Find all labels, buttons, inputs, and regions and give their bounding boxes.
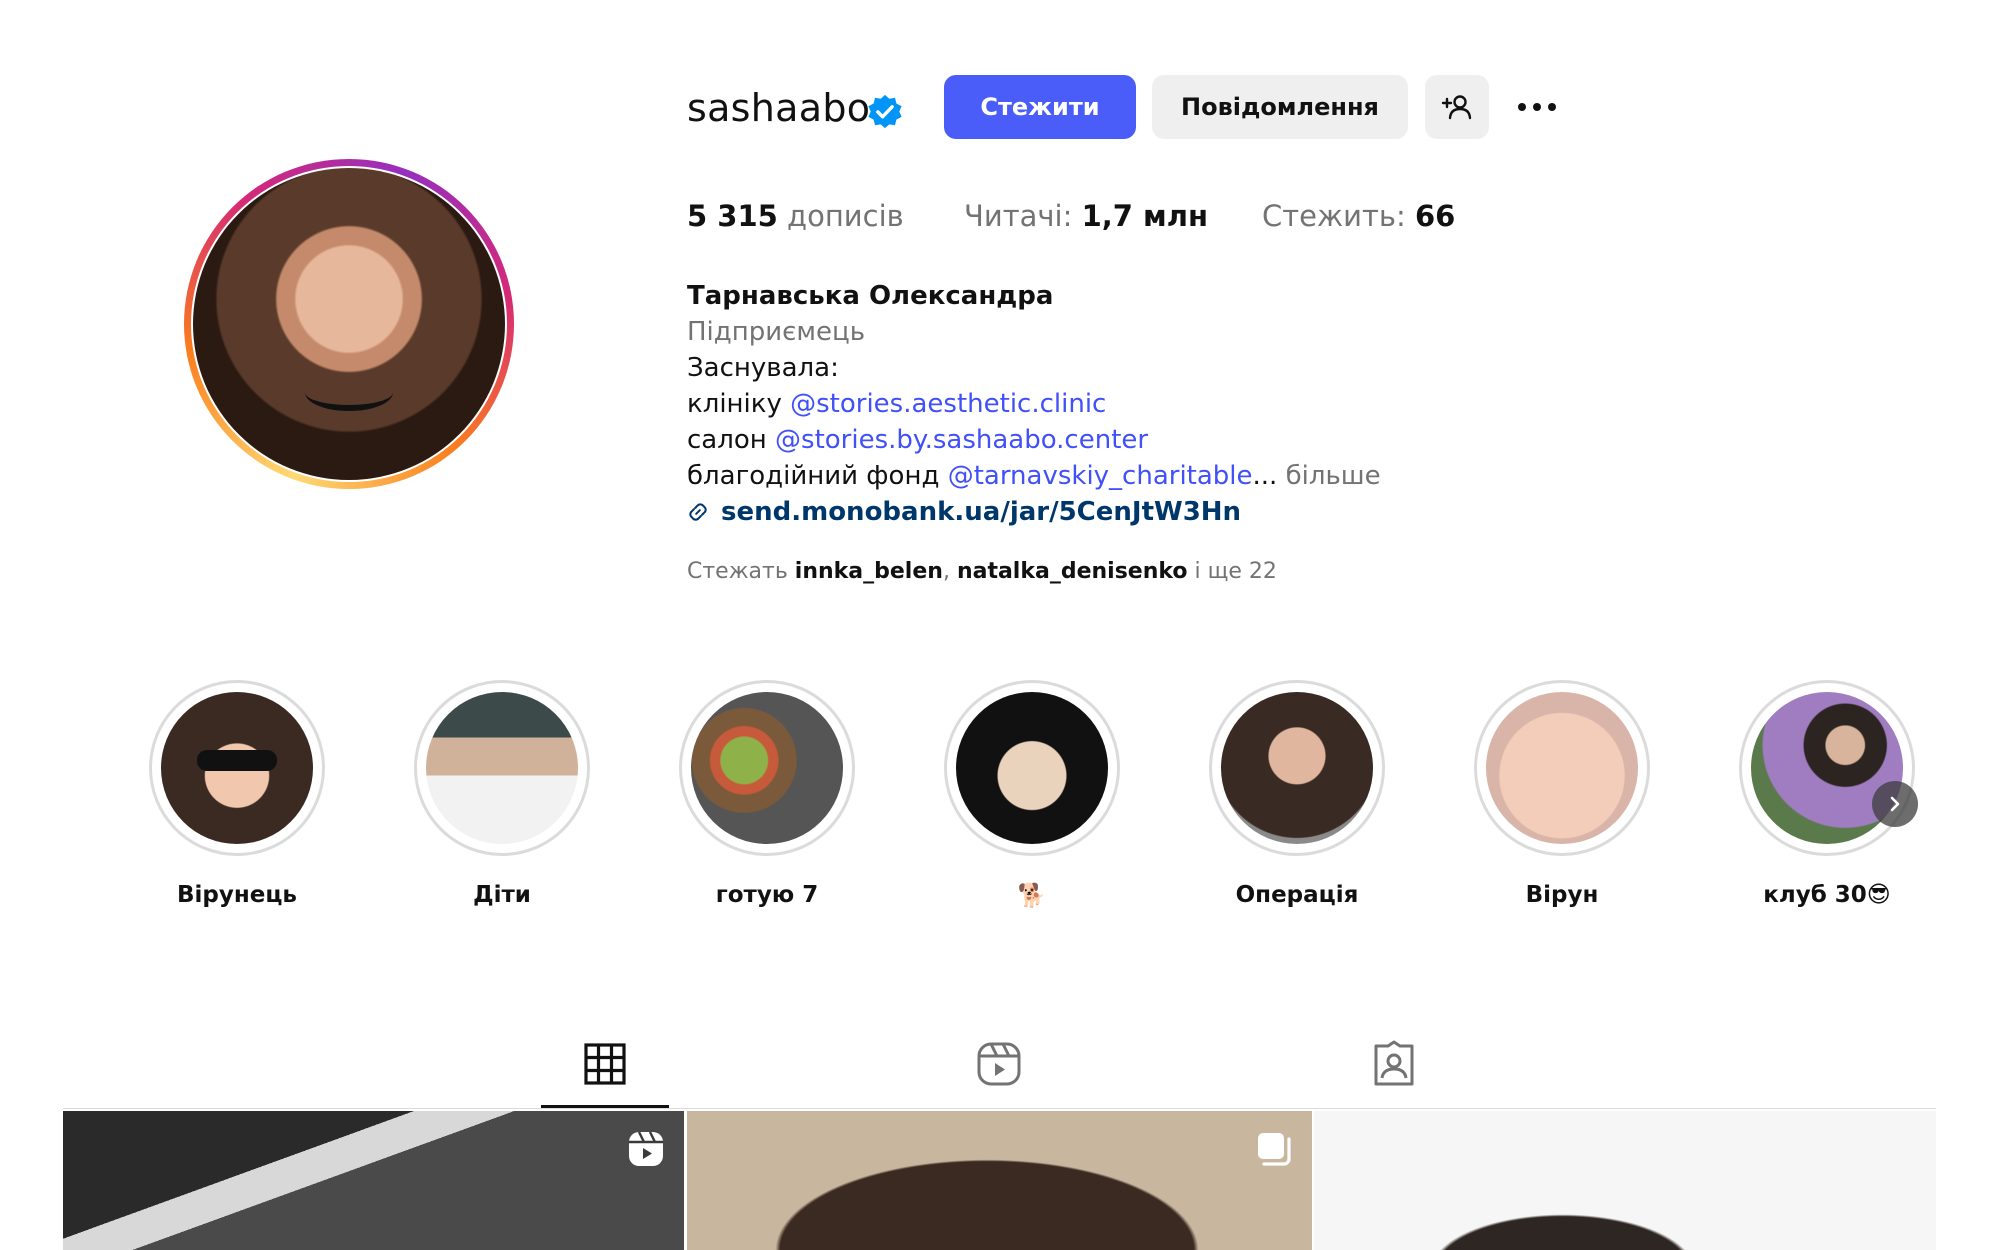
highlight-cover [956,692,1108,844]
highlight-item[interactable]: Діти [412,680,592,908]
posts-label: дописів [777,199,904,233]
profile-avatar[interactable] [184,159,514,489]
carousel-badge-icon [1258,1133,1291,1166]
suggested-users-button[interactable] [1425,75,1489,139]
category-label: Підприємець [687,317,866,347]
highlight-cover [1221,692,1373,844]
tabs-divider [63,1108,1936,1109]
highlight-ring [1739,680,1915,856]
highlight-cover [1486,692,1638,844]
bio-salon-prefix: салон [687,425,776,455]
follow-button[interactable]: Стежити [944,75,1136,139]
bio-external-link[interactable]: send.monobank.ua/jar/5CenJtW3Hn [687,494,1381,530]
more-options-icon[interactable] [1513,96,1561,118]
highlights-next-button[interactable] [1872,781,1918,827]
message-button[interactable]: Повідомлення [1152,75,1408,139]
grid-icon [584,1043,626,1085]
avatar-necklace [305,374,393,412]
active-tab-indicator [541,1105,669,1108]
highlight-ring [1209,680,1385,856]
posts-count: 5 315 дописів [687,199,904,233]
highlight-label: клуб 30😎 [1763,882,1891,908]
mention-link-salon[interactable]: @stories.by.sashaabo.center [775,425,1148,455]
highlight-label: готую 7 [715,882,819,908]
add-user-icon [1441,95,1472,120]
reels-icon [977,1042,1021,1086]
highlight-label: 🐕 [1017,883,1047,909]
tab-posts[interactable] [581,1040,629,1088]
bio-line-founded: Заснувала: [687,353,839,383]
highlight-ring [1474,680,1650,856]
bio-link-text[interactable]: send.monobank.ua/jar/5CenJtW3Hn [721,494,1241,530]
avatar-photo [193,168,505,480]
bio-more-button[interactable]: більше [1277,461,1381,491]
sunglasses-shape [197,749,277,772]
followed-by-user-2: natalka_denisenko [956,559,1188,584]
bio-ellipsis: ... [1252,461,1278,491]
highlight-ring [149,680,325,856]
post-tile[interactable] [63,1111,684,1250]
followed-by-separator: , [942,559,957,584]
highlight-ring [679,680,855,856]
bio-charity-prefix: благодійний фонд [687,461,948,491]
mention-link-clinic[interactable]: @stories.aesthetic.clinic [790,389,1106,419]
profile-username: sashaabo [687,86,871,130]
highlight-item[interactable]: 🐕 [942,680,1122,909]
chevron-right-icon [1890,796,1900,812]
tab-reels[interactable] [975,1040,1023,1088]
following-label: Стежить: [1262,199,1415,233]
highlight-ring [414,680,590,856]
mention-link-charity[interactable]: @tarnavskiy_charitable [948,461,1253,491]
followers-label: Читачі: [964,199,1082,233]
post-tile[interactable] [687,1111,1312,1250]
link-icon [689,503,707,521]
following-count[interactable]: Стежить: 66 [1262,199,1455,233]
followed-by-user-1: innka_belen [794,559,943,584]
verified-badge-icon [868,94,902,129]
tagged-icon [1374,1040,1414,1086]
profile-bio: Тарнавська Олександра Підприємець Заснув… [687,278,1381,530]
full-name: Тарнавська Олександра [687,281,1054,311]
highlight-label: Операція [1235,882,1359,908]
highlight-ring [944,680,1120,856]
bio-line-charity: благодійний фонд @tarnavskiy_charitable.… [687,458,1381,494]
highlight-cover [691,692,843,844]
highlight-label: Вірун [1525,882,1599,908]
followers-value: 1,7 млн [1081,199,1209,233]
bio-clinic-prefix: клініку [687,389,791,419]
followed-by-line[interactable]: Стежать innka_belen, natalka_denisenko і… [687,559,1277,584]
highlight-label: Діти [473,882,531,908]
highlight-item[interactable]: готую 7 [677,680,857,908]
highlight-label: Вірунець [177,882,297,908]
bio-line-salon: салон @stories.by.sashaabo.center [687,422,1381,458]
highlight-item[interactable]: Вірунець [147,680,327,908]
followed-by-prefix: Стежать [687,559,795,584]
post-tile[interactable] [1314,1111,1936,1250]
followers-count[interactable]: Читачі: 1,7 млн [964,199,1208,233]
followed-by-suffix: і ще 22 [1187,559,1277,584]
highlight-cover [161,692,313,844]
reel-badge-icon [629,1131,663,1166]
tab-tagged[interactable] [1370,1040,1418,1088]
highlight-item[interactable]: Вірун [1472,680,1652,908]
highlight-cover [426,692,578,844]
highlight-item[interactable]: Операція [1207,680,1387,908]
bio-line-clinic: клініку @stories.aesthetic.clinic [687,386,1381,422]
following-value: 66 [1414,199,1456,233]
posts-value: 5 315 [687,199,778,233]
